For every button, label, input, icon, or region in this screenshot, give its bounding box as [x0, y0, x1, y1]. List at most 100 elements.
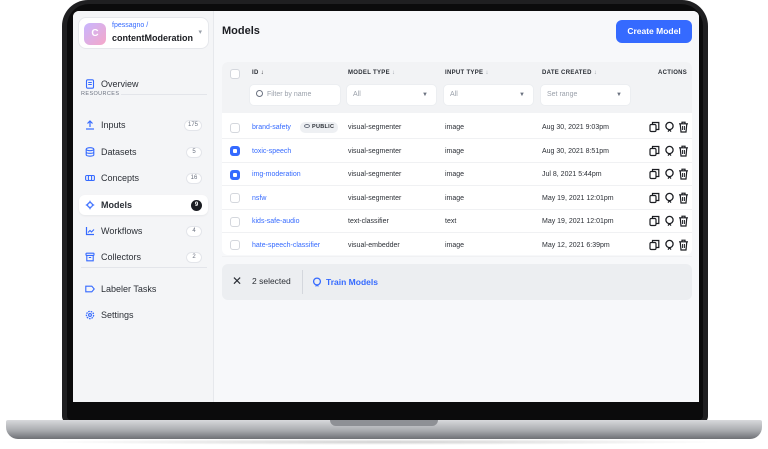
app-name: contentModeration — [112, 33, 193, 43]
column-header-id[interactable]: ID ↓ — [252, 70, 264, 76]
create-model-button[interactable]: Create Model — [616, 20, 692, 43]
model-id-link[interactable]: img-moderation — [252, 163, 301, 186]
sidebar-item-collectors[interactable]: Collectors 2 — [79, 247, 208, 267]
model-id-link[interactable]: hate-speech-classifier — [252, 234, 320, 257]
table-row[interactable]: kids-safe-audio text-classifier text May 19… — [222, 210, 692, 233]
sidebar-item-label: Inputs — [101, 120, 126, 130]
app-user-link[interactable]: fpessagno / — [112, 22, 148, 29]
eye-icon — [304, 124, 310, 128]
trash-icon[interactable] — [678, 215, 689, 227]
row-actions — [649, 145, 689, 157]
sidebar-item-concepts[interactable]: Concepts 16 — [79, 168, 208, 188]
chevron-down-icon: ▾ — [198, 29, 202, 36]
input-type-cell: image — [445, 194, 465, 202]
copy-icon[interactable] — [649, 145, 660, 157]
app-switcher[interactable]: C fpessagno / contentModeration ▾ — [78, 17, 209, 49]
table-row[interactable]: hate-speech-classifier visual-embedder ima… — [222, 234, 692, 257]
caret-down-icon: ▼ — [616, 92, 622, 98]
trash-icon[interactable] — [678, 192, 689, 204]
clear-selection-button[interactable]: ✕ — [232, 275, 242, 287]
app-avatar: C — [84, 23, 106, 45]
input-type-filter[interactable]: All ▼ — [443, 84, 534, 106]
trash-icon[interactable] — [678, 239, 689, 251]
sidebar-item-label: Workflows — [101, 226, 143, 236]
count-badge: 4 — [186, 226, 202, 237]
models-table: ID ↓ MODEL TYPE ↓ INPUT TYPE ↓ DATE CREA… — [222, 62, 692, 257]
date-cell: Aug 30, 2021 9:03pm — [542, 124, 609, 131]
gear-icon — [85, 310, 95, 320]
workflow-icon — [85, 227, 95, 236]
row-checkbox[interactable] — [230, 169, 240, 180]
copy-icon[interactable] — [649, 239, 660, 251]
copy-icon[interactable] — [649, 192, 660, 204]
sidebar-item-label: Overview — [101, 79, 139, 89]
sidebar-item-labeler-tasks[interactable]: Labeler Tasks — [79, 279, 208, 299]
row-actions — [649, 239, 689, 251]
concepts-icon — [85, 174, 95, 182]
table-row[interactable]: toxic-speech visual-segmenter image Aug 30,… — [222, 140, 692, 163]
search-icon — [256, 90, 263, 97]
train-icon[interactable] — [664, 168, 675, 180]
model-id-link[interactable]: brand-safety — [252, 116, 291, 139]
trash-icon[interactable] — [678, 168, 689, 180]
count-badge: 9 — [191, 200, 202, 211]
sidebar-item-label: Datasets — [101, 147, 137, 157]
document-icon — [85, 79, 95, 89]
table-row[interactable]: img-moderation visual-segmenter image Jul 8… — [222, 163, 692, 186]
selection-count: 2 selected — [252, 276, 291, 286]
model-id-link[interactable]: kids-safe-audio — [252, 210, 299, 233]
trash-icon[interactable] — [678, 145, 689, 157]
database-icon — [85, 147, 95, 157]
train-icon[interactable] — [664, 215, 675, 227]
sidebar-item-label: Models — [101, 200, 133, 210]
trash-icon[interactable] — [678, 121, 689, 133]
train-icon[interactable] — [664, 121, 675, 133]
sidebar-item-settings[interactable]: Settings — [79, 305, 208, 325]
copy-icon[interactable] — [649, 168, 660, 180]
input-type-cell: image — [445, 171, 465, 178]
input-type-cell: image — [445, 241, 465, 249]
name-filter-input[interactable]: Filter by name — [249, 84, 341, 106]
table-row[interactable]: brand-safety PUBLIC visual-segmenter image A… — [222, 116, 692, 139]
sidebar-item-workflows[interactable]: Workflows 4 — [79, 221, 208, 241]
laptop-notch — [330, 420, 438, 426]
model-id-link[interactable]: nsfw — [252, 187, 266, 210]
sidebar-item-label: Settings — [101, 310, 134, 320]
column-header-date-created[interactable]: DATE CREATED ↓ — [542, 70, 597, 76]
model-id-link[interactable]: toxic-speech — [252, 140, 291, 163]
model-type-cell: visual-segmenter — [348, 147, 402, 155]
row-checkbox[interactable] — [230, 216, 240, 227]
copy-icon[interactable] — [649, 121, 660, 133]
sidebar-item-inputs[interactable]: Inputs 175 — [79, 115, 208, 135]
select-all-checkbox[interactable] — [230, 69, 240, 79]
sidebar-item-datasets[interactable]: Datasets 5 — [79, 142, 208, 162]
main-content: Models Create Model ID ↓ MODEL TYPE ↓ IN… — [214, 11, 699, 402]
train-icon[interactable] — [664, 192, 675, 204]
input-type-cell: image — [445, 147, 465, 155]
app-screen: C fpessagno / contentModeration ▾ Overvi… — [73, 11, 699, 402]
date-cell: May 12, 2021 6:39pm — [542, 241, 610, 249]
sidebar-item-label: Collectors — [101, 252, 142, 262]
row-checkbox[interactable] — [230, 122, 240, 133]
train-icon[interactable] — [664, 145, 675, 157]
table-row[interactable]: nsfw visual-segmenter image May 19, 2021 12… — [222, 187, 692, 210]
date-range-filter[interactable]: Set range ▼ — [540, 84, 631, 106]
column-header-input-type[interactable]: INPUT TYPE ↓ — [445, 70, 489, 76]
date-cell: Jul 8, 2021 5:44pm — [542, 171, 602, 178]
laptop-shadow — [40, 439, 728, 445]
row-checkbox[interactable] — [230, 146, 240, 156]
section-divider — [121, 94, 207, 95]
train-icon[interactable] — [664, 239, 675, 251]
copy-icon[interactable] — [649, 215, 660, 227]
model-type-filter[interactable]: All ▼ — [346, 84, 437, 106]
train-models-button[interactable]: Train Models — [312, 272, 378, 292]
column-header-model-type[interactable]: MODEL TYPE ↓ — [348, 70, 395, 76]
sidebar-item-models[interactable]: Models 9 — [79, 195, 208, 215]
row-checkbox[interactable] — [230, 193, 240, 203]
sidebar-divider — [81, 267, 207, 268]
row-checkbox[interactable] — [230, 240, 240, 250]
count-badge: 5 — [186, 147, 202, 158]
model-type-cell: visual-embedder — [348, 241, 400, 249]
upload-icon — [86, 120, 94, 130]
caret-down-icon: ▼ — [519, 92, 525, 98]
